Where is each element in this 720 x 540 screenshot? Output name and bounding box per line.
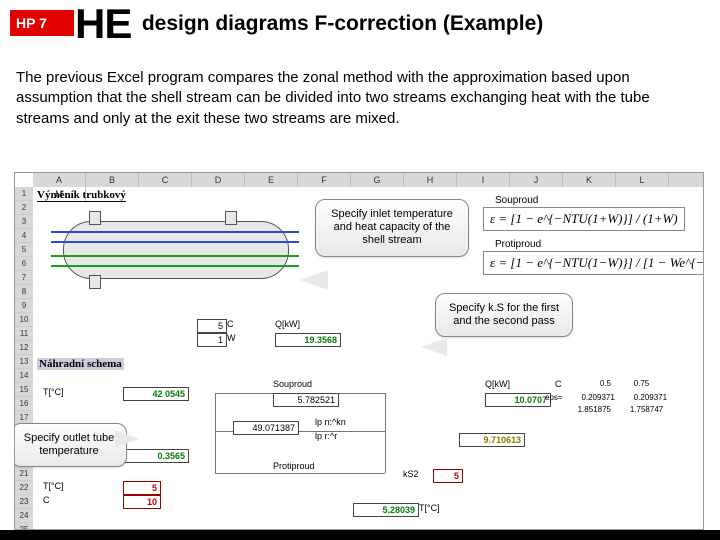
tco-lbl: T[°C] — [419, 503, 440, 513]
column-headers: ABCDEFGHIJKLM — [33, 173, 703, 187]
net-souproud-lbl: Souproud — [273, 379, 312, 389]
exchanger-diagram — [45, 211, 305, 287]
rt-c-lbl: C — [555, 379, 562, 389]
protiproud-label: Protiproud — [495, 239, 541, 250]
c-label-bot: C — [43, 495, 50, 505]
c-value: 5 — [197, 319, 227, 333]
w-value: 1 — [197, 333, 227, 347]
net-lp1: lp n:^kn — [315, 417, 346, 427]
souproud-label: Souproud — [495, 195, 538, 206]
q-label: Q[kW] — [275, 319, 300, 329]
rt-row1: eps= 0.209371 0.209371 — [545, 393, 667, 402]
tco-val: 5.28039 — [353, 503, 419, 517]
hp-badge: HP 7 — [10, 10, 74, 36]
ks2-lbl: kS2 — [403, 469, 419, 479]
tc-value-1: 42 0545 — [123, 387, 189, 401]
callout-shell-inlet: Specify inlet temperature and heat capac… — [315, 199, 469, 257]
sheet-title-1: Výměník trubkový — [37, 189, 126, 202]
net-protiproud-lbl: Protiproud — [273, 461, 315, 471]
tc-label-bot: T[°C] — [43, 481, 64, 491]
intro-paragraph: The previous Excel program compares the … — [16, 68, 706, 129]
title-rest: design diagrams F-correction (Example) — [142, 12, 543, 35]
rt-row2: 1.851875 1.758747 — [545, 405, 663, 414]
c-bot-value: 10 — [123, 495, 161, 509]
w-label: W — [227, 333, 236, 343]
ks2-val: 5 — [433, 469, 463, 483]
q-value: 19.3568 — [275, 333, 341, 347]
tc-value-2: 0.3565 — [123, 449, 189, 463]
title-he: HE — [75, 0, 131, 47]
net-v1: 5.782521 — [273, 393, 339, 407]
rt-qkw-lbl: Q[kW] — [485, 379, 510, 389]
sheet-title-2: Náhradní schema — [37, 358, 124, 370]
page-title: HE design diagrams F-correction (Example… — [75, 0, 695, 48]
formula-souproud: ε = [1 − e^{−NTU(1+W)}] / (1+W) — [483, 207, 685, 231]
spreadsheet-screenshot: ABCDEFGHIJKLM 12345678910111213141516171… — [14, 172, 704, 530]
footer-strip — [0, 530, 720, 540]
net-lp2: lp r:^r — [315, 431, 337, 441]
tc-label-1: T[°C] — [43, 387, 64, 397]
tc-bot-value: 5 — [123, 481, 161, 495]
callout-ks: Specify k.S for the first and the second… — [435, 293, 573, 337]
formula-protiproud: ε = [1 − e^{−NTU(1−W)}] / [1 − We^{−NTU(… — [483, 251, 704, 275]
rt-qkw-val: 10.0707 — [485, 393, 551, 407]
callout-outlet: Specify outlet tube temperature — [14, 423, 127, 467]
row-headers: 1234567891011121314151617181920212223242… — [15, 187, 33, 530]
c-label: C — [227, 319, 234, 329]
net-v2: 49.071387 — [233, 421, 299, 435]
rt-hdr: 0.5 0.75 — [575, 379, 695, 388]
rt-yellow-val: 9.710613 — [459, 433, 525, 447]
